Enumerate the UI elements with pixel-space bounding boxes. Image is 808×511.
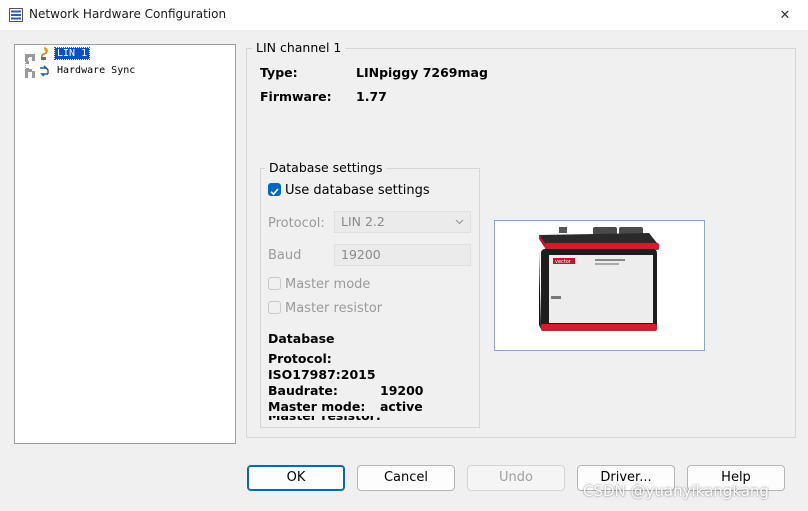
linpiggy-device-image: vector [539, 227, 659, 331]
close-button[interactable]: ✕ [762, 0, 808, 30]
hardware-tree[interactable]: LIN 1 Hardware Sync [14, 44, 236, 444]
undo-button[interactable]: Undo [467, 465, 565, 491]
lin-channel-group-title: LIN channel 1 [252, 40, 346, 55]
firmware-value: 1.77 [356, 89, 387, 104]
master-resistor-checkbox[interactable] [268, 301, 281, 314]
device-picture: vector [494, 220, 705, 351]
title-bar: Network Hardware Configuration ✕ [0, 0, 808, 30]
firmware-label: Firmware: [260, 89, 332, 104]
db-baudrate-value: 19200 [380, 383, 424, 398]
device-brand-text: vector [555, 259, 572, 265]
protocol-select[interactable]: LIN 2.2 [334, 211, 471, 233]
type-value: LINpiggy 7269mag [356, 65, 488, 80]
database-heading: Database [268, 331, 335, 346]
tree-item-label[interactable]: LIN 1 [53, 47, 91, 60]
protocol-select-value[interactable]: LIN 2.2 [341, 214, 385, 229]
csdn-watermark: CSDN @yuanyikangkang [583, 482, 769, 500]
ok-button[interactable]: OK [247, 465, 345, 491]
type-label: Type: [260, 65, 298, 80]
chevron-down-icon [455, 219, 464, 225]
master-resistor-label: Master resistor [285, 301, 383, 316]
tree-connector [25, 71, 35, 75]
network-config-app-icon [9, 8, 23, 22]
db-master-cutoff: Master resistor: [268, 416, 468, 422]
use-database-settings-label[interactable]: Use database settings [285, 183, 430, 198]
tree-item-hardware-sync[interactable]: Hardware Sync [57, 64, 135, 78]
baud-label: Baud [268, 248, 302, 263]
db-protocol-label: Protocol: [268, 351, 332, 366]
master-mode-label: Master mode [285, 277, 371, 292]
cancel-button[interactable]: Cancel [357, 465, 455, 491]
tree-connector [25, 54, 35, 58]
db-baudrate-label: Baudrate: [268, 383, 338, 398]
window-title: Network Hardware Configuration [29, 7, 227, 21]
lin-network-icon [40, 47, 48, 61]
db-master-cutoff-text: Master resistor: [268, 416, 381, 422]
protocol-label: Protocol: [268, 216, 325, 231]
close-icon[interactable]: ✕ [780, 8, 791, 23]
db-master-mode-value: active [380, 399, 423, 414]
tree-item-lin1[interactable]: LIN 1 [53, 47, 91, 61]
tree-item-label[interactable]: Hardware Sync [57, 65, 135, 76]
master-mode-checkbox[interactable] [268, 277, 281, 290]
hardware-sync-icon [40, 65, 49, 77]
baud-field[interactable]: 19200 [334, 244, 471, 266]
checkmark-icon [270, 188, 279, 196]
baud-field-value[interactable]: 19200 [341, 247, 381, 262]
db-master-mode-label: Master mode: [268, 399, 366, 414]
database-settings-title: Database settings [265, 160, 387, 175]
db-protocol-value: ISO17987:2015 [268, 367, 376, 382]
use-database-settings-checkbox[interactable] [268, 183, 281, 196]
